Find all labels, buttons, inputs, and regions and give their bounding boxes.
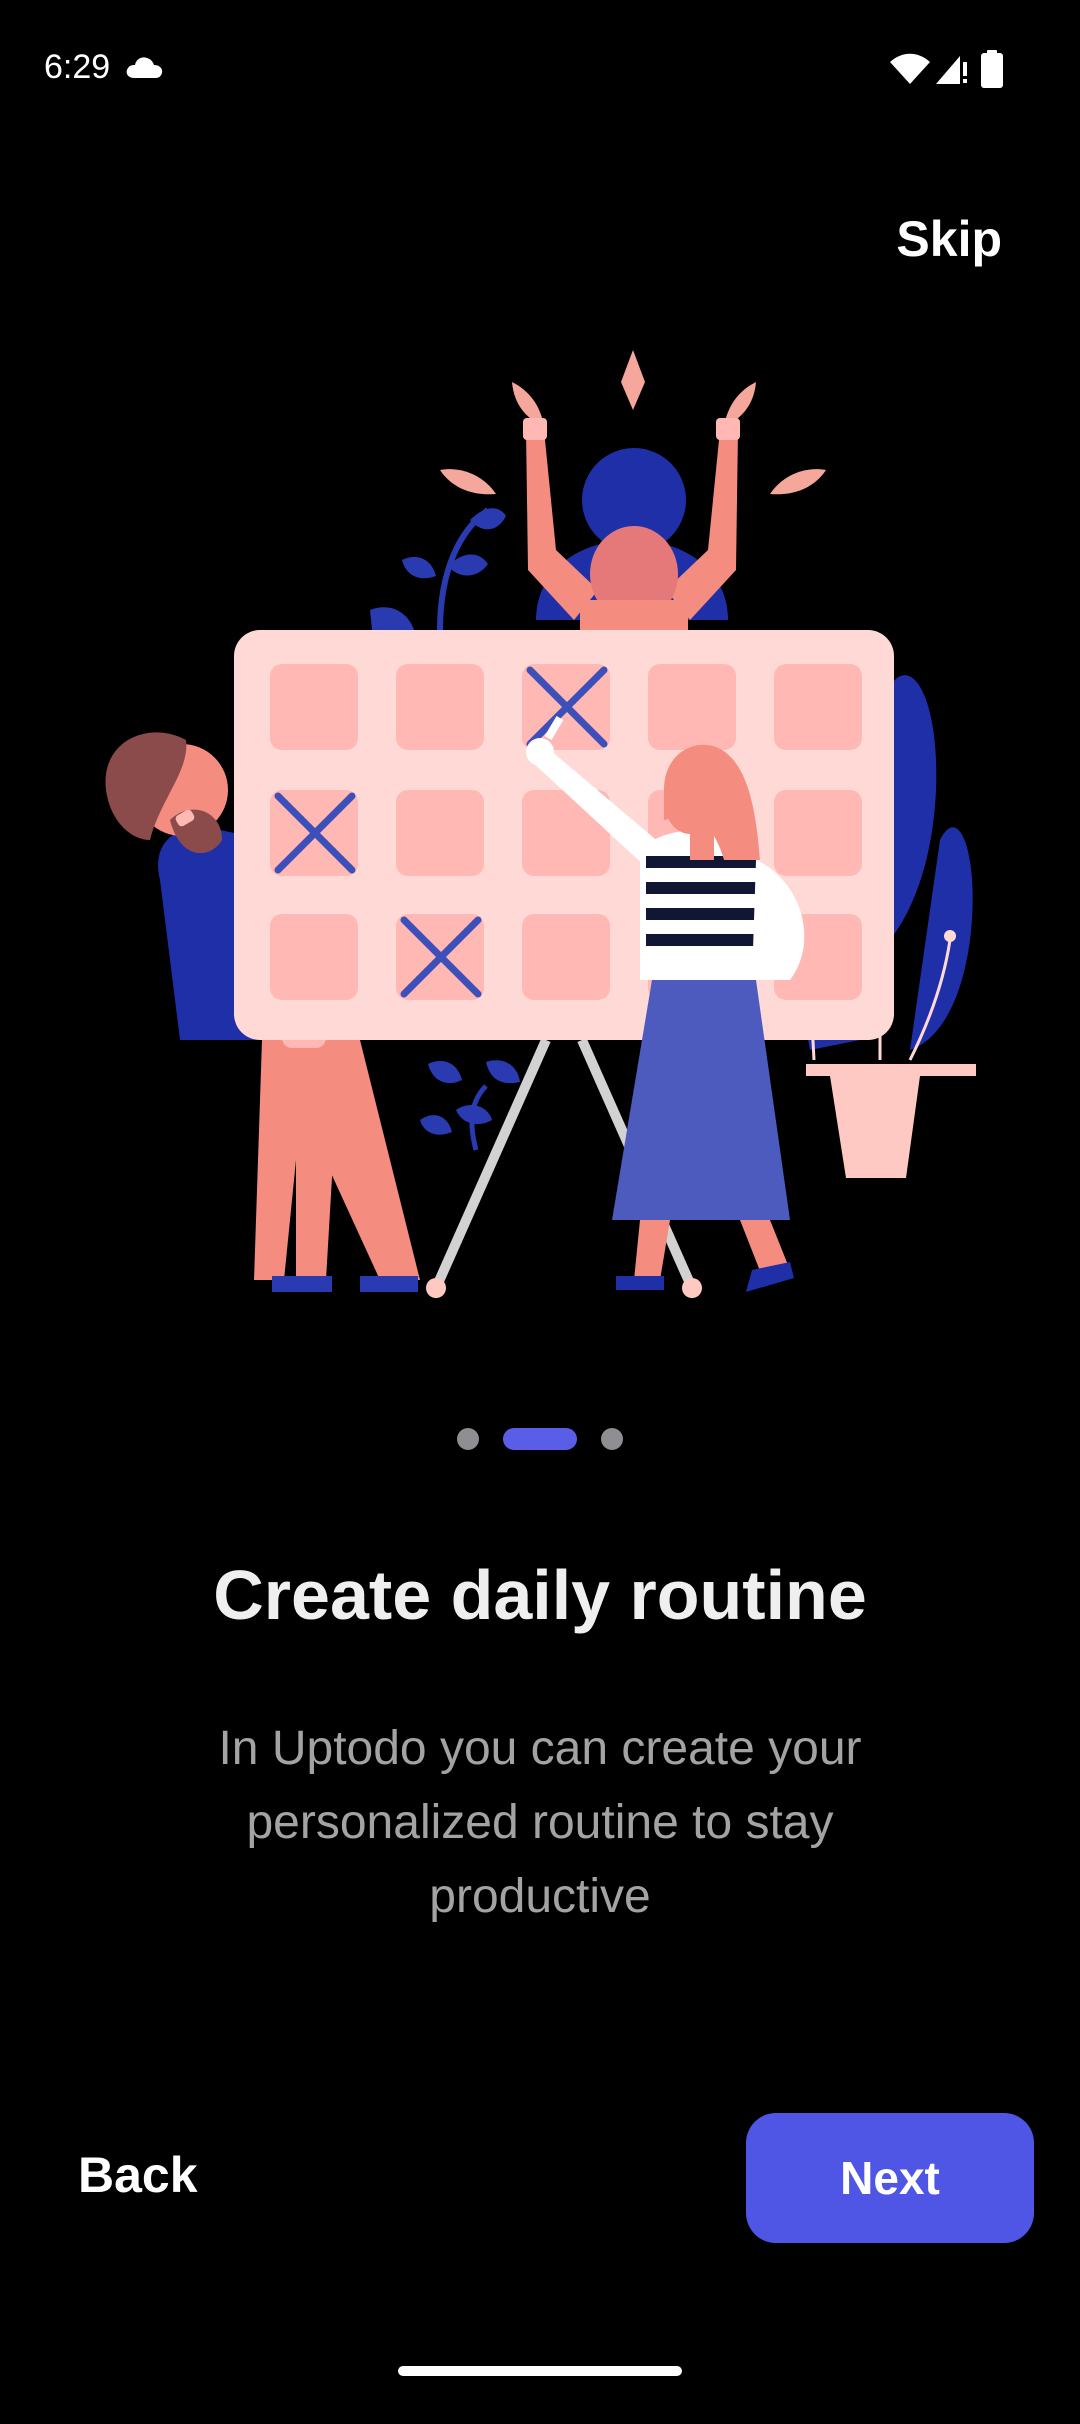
- routine-illustration: [105, 350, 976, 1298]
- status-time: 6:29: [44, 48, 111, 86]
- page-indicator: [0, 1428, 1080, 1452]
- signal-icon: [936, 56, 967, 84]
- page-dot-1: [457, 1428, 479, 1450]
- skip-button[interactable]: Skip: [896, 210, 1002, 268]
- cloud-icon: [126, 57, 163, 78]
- home-indicator[interactable]: [398, 2366, 682, 2376]
- next-button-label: Next: [840, 2152, 940, 2204]
- wifi-icon: [890, 53, 930, 84]
- page-dot-2-active: [503, 1428, 577, 1450]
- battery-icon: [981, 50, 1003, 88]
- status-bar: 6:29: [0, 0, 1080, 140]
- next-button[interactable]: Next: [746, 2113, 1034, 2243]
- back-button[interactable]: Back: [78, 2146, 198, 2204]
- onboarding-description: In Uptodo you can create your personaliz…: [218, 1722, 862, 1923]
- page-dot-3: [601, 1428, 623, 1450]
- onboarding-title: Create daily routine: [213, 1556, 867, 1634]
